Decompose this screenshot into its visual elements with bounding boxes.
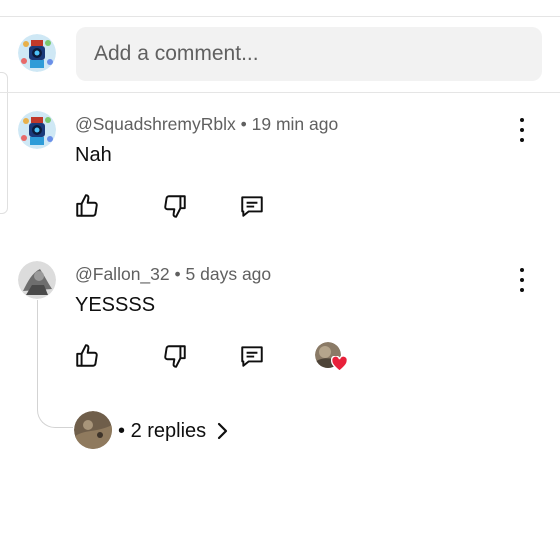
comment-author[interactable]: @Fallon_32 [75,264,170,284]
heart-icon [331,356,348,372]
add-comment-placeholder: Add a comment... [94,42,259,65]
composer-divider [0,92,560,93]
more-options-icon[interactable] [510,266,534,294]
side-panel-edge [0,72,8,214]
creator-heart-badge [315,342,349,372]
comment-avatar[interactable] [18,261,56,299]
reply-avatar[interactable] [74,411,112,449]
comment-avatar[interactable] [18,111,56,149]
reply-icon[interactable] [237,341,267,371]
reply-icon[interactable] [237,191,267,221]
replies-label: 2 replies [130,419,207,442]
comment-author[interactable]: @SquadshremyRblx [75,114,236,134]
dislike-icon[interactable] [160,341,190,371]
thread-line [37,300,73,428]
dislike-icon[interactable] [160,191,190,221]
like-icon[interactable] [72,341,102,371]
user-avatar[interactable] [18,34,56,72]
add-comment-input[interactable]: Add a comment... [76,27,542,81]
comment-meta: @Fallon_32 • 5 days ago [75,264,271,285]
more-options-icon[interactable] [510,116,534,144]
comment-time[interactable]: 19 min ago [252,114,339,134]
comment-text: YESSSS [75,294,156,316]
replies-separator: • [118,419,131,442]
top-divider [0,16,560,17]
chevron-right-icon [216,422,228,440]
comment-meta: @SquadshremyRblx • 19 min ago [75,114,338,135]
comment-text: Nah [75,144,112,166]
view-replies-button[interactable]: • 2 replies [118,418,228,444]
meta-separator: • [240,114,252,134]
meta-separator: • [174,264,186,284]
like-icon[interactable] [72,191,102,221]
comment-time[interactable]: 5 days ago [186,264,272,284]
